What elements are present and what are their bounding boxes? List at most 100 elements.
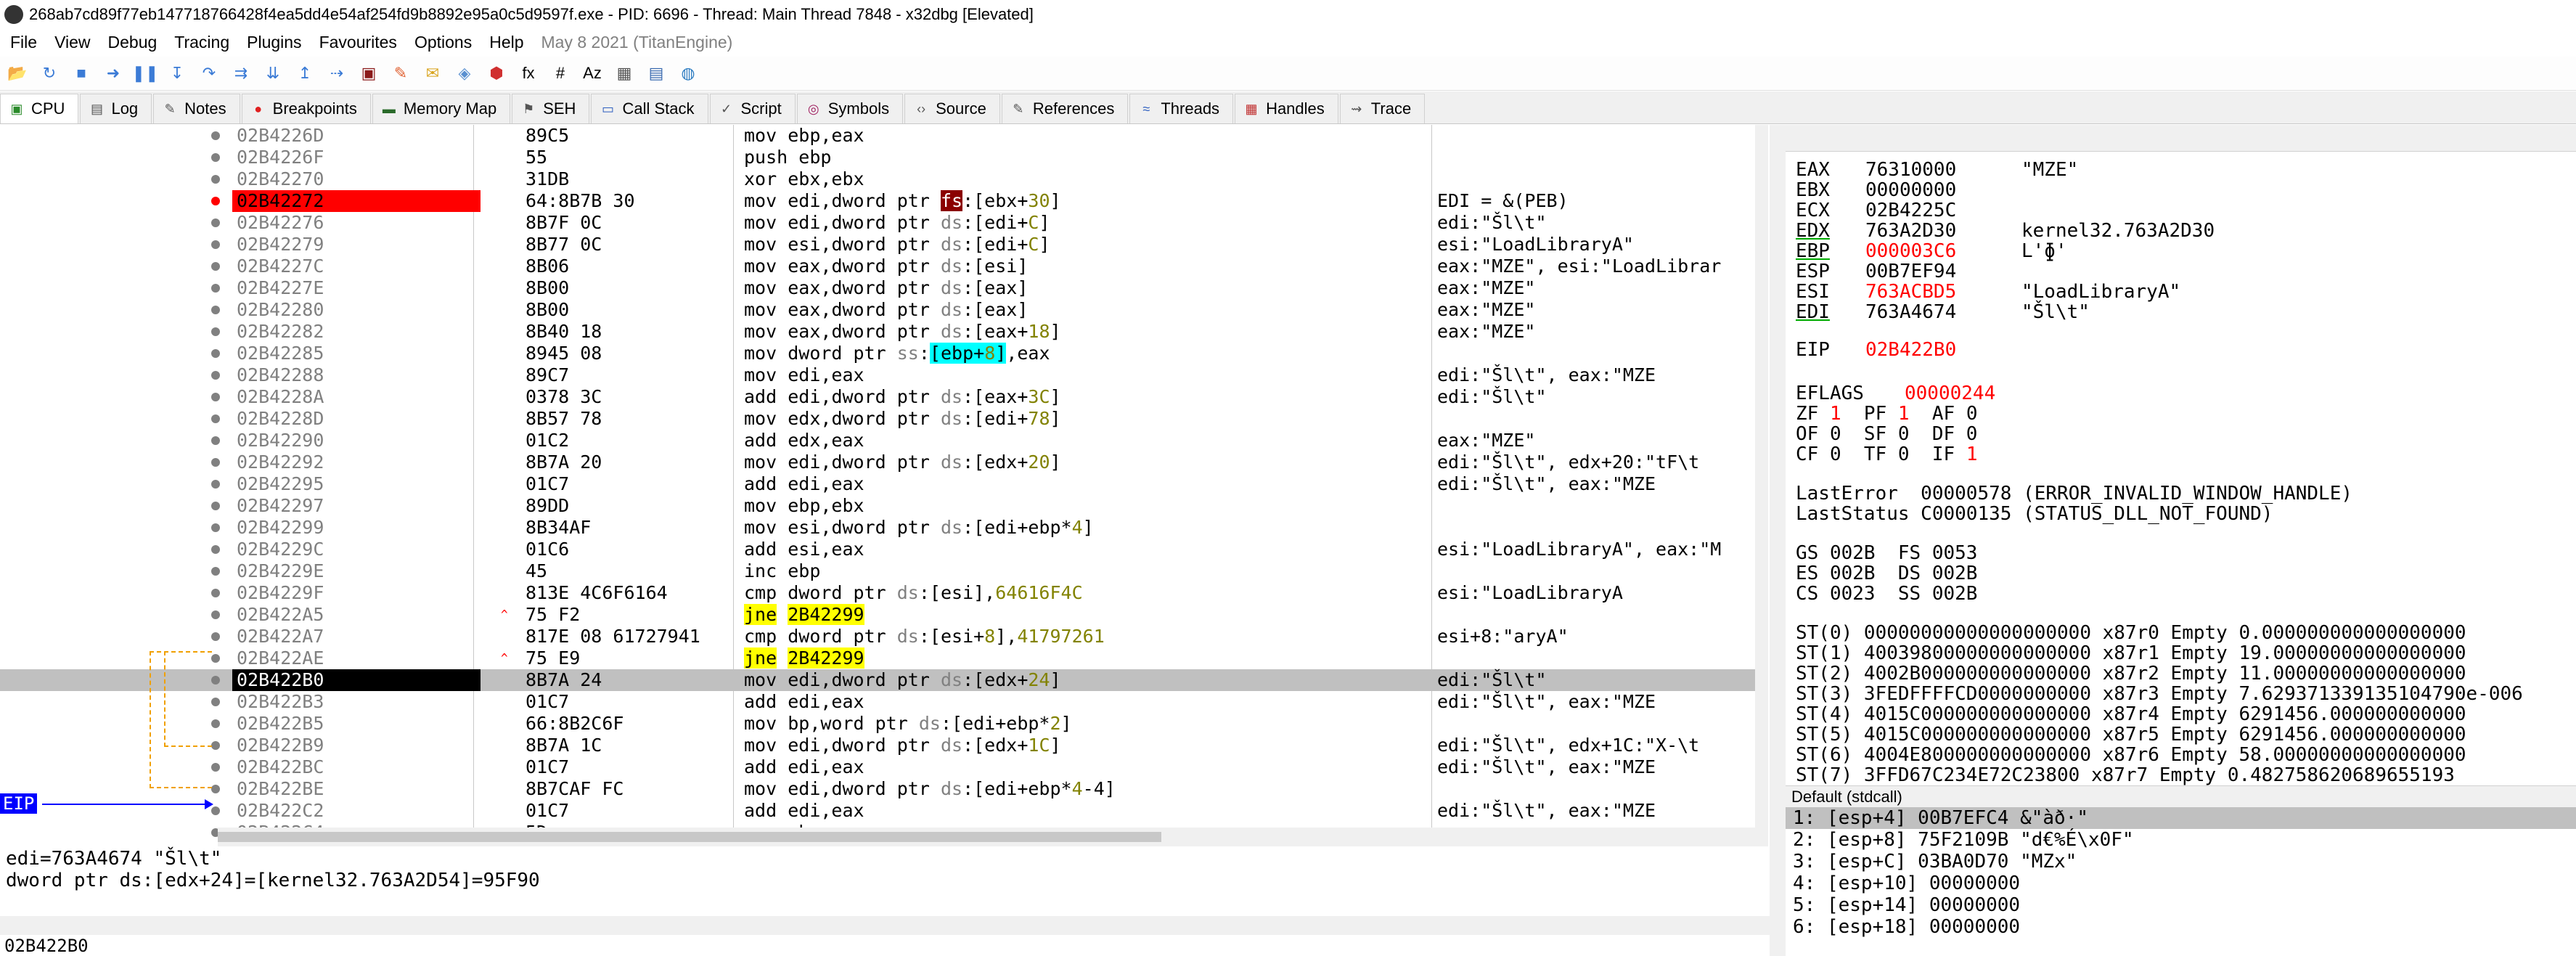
disasm-address[interactable]: 02B422BE [232, 778, 481, 800]
disasm-instruction[interactable]: mov eax,dword ptr ds:[eax] [744, 299, 1028, 321]
register-ebp[interactable]: EBP 000003C6 L'ɸ' [1796, 241, 2067, 261]
disasm-bytes[interactable]: 8B77 0C [526, 234, 602, 256]
menu-file[interactable]: File [10, 33, 37, 52]
disasm-comment[interactable]: eax:"MZE" [1437, 277, 1535, 299]
eip-value[interactable]: 02B422B0 [1865, 340, 2021, 360]
disasm-address[interactable]: 02B42288 [232, 364, 481, 386]
disasm-row[interactable]: 02B42292 8B7A 20 mov edi,dword ptr ds:[edx… [0, 452, 1755, 473]
breakpoint-marker[interactable] [211, 545, 220, 554]
disasm-address[interactable]: 02B4229C [232, 539, 481, 560]
disasm-address[interactable]: 02B42270 [232, 168, 481, 190]
breakpoint-marker[interactable] [211, 175, 220, 184]
disasm-instruction[interactable]: add edx,eax [744, 430, 864, 452]
disasm-instruction[interactable]: mov bp,word ptr ds:[edi+ebp*2] [744, 713, 1072, 735]
stack-arguments-view[interactable]: 1: [esp+4] 00B7EFC4 &"àð·" 2: [esp+8] 75F… [1786, 807, 2576, 956]
disasm-row[interactable]: 02B422BC 01C7 add edi,eax edi:"Šl\t", eax:"… [0, 756, 1755, 778]
disasm-bytes[interactable]: 01C7 [526, 473, 569, 495]
disasm-address[interactable]: 02B422B0 [232, 669, 481, 691]
font-icon[interactable]: Az [581, 62, 603, 84]
breakpoint-marker[interactable] [211, 414, 220, 423]
disasm-address[interactable]: 02B4229E [232, 560, 481, 582]
register-esp[interactable]: ESP 00B7EF94 [1796, 261, 2021, 282]
breakpoint-marker[interactable] [211, 197, 220, 205]
disasm-comment[interactable]: esi:"LoadLibraryA", eax:"M [1437, 539, 1721, 560]
disasm-bytes[interactable]: 75 F2 [526, 604, 580, 626]
disasm-address[interactable]: 02B422B9 [232, 735, 481, 756]
tab-seh[interactable]: ⚑ SEH [512, 94, 590, 123]
disasm-instruction[interactable]: add edi,eax [744, 691, 864, 713]
register-value[interactable]: 000003C6 [1865, 241, 2021, 261]
disasm-address[interactable]: 02B42297 [232, 495, 481, 517]
disasm-address[interactable]: 02B422AE [232, 647, 481, 669]
disasm-address[interactable]: 02B422A5 [232, 604, 481, 626]
disasm-instruction[interactable]: jne 2B42299 [744, 647, 864, 669]
disassembly-vertical-scrollbar[interactable] [1755, 125, 1768, 828]
disasm-instruction[interactable]: mov edi,dword ptr ds:[edx+1C] [744, 735, 1061, 756]
comments-icon[interactable]: ✉ [422, 62, 443, 84]
tab-threads[interactable]: ≈ Threads [1129, 94, 1234, 123]
disasm-row[interactable]: 02B42276 8B7F 0C mov edi,dword ptr ds:[edi… [0, 212, 1755, 234]
disasm-row[interactable]: 02B4228A 0378 3C add edi,dword ptr ds:[eax… [0, 386, 1755, 408]
disasm-bytes[interactable]: 01C6 [526, 539, 569, 560]
disasm-address[interactable]: 02B422A7 [232, 626, 481, 647]
disasm-address[interactable]: 02B4228A [232, 386, 481, 408]
breakpoint-marker[interactable] [211, 654, 220, 663]
disasm-bytes[interactable]: 89C7 [526, 364, 569, 386]
disasm-bytes[interactable]: 8B34AF [526, 517, 591, 539]
disasm-instruction[interactable]: mov ebp,ebx [744, 495, 864, 517]
menu-options[interactable]: Options [414, 33, 472, 52]
disasm-instruction[interactable]: add esi,eax [744, 539, 864, 560]
disasm-instruction[interactable]: xor ebx,ebx [744, 168, 864, 190]
tab-script[interactable]: ✓ Script [709, 94, 796, 123]
breakpoint-marker[interactable] [211, 131, 220, 140]
disasm-address[interactable]: 02B4229F [232, 582, 481, 604]
breakpoint-marker[interactable] [211, 610, 220, 619]
register-edx[interactable]: EDX 763A2D30 kernel32.763A2D30 [1796, 221, 2215, 241]
disasm-bytes[interactable]: 813E 4C6F6164 [526, 582, 668, 604]
disasm-row[interactable]: 02B4226D 89C5 mov ebp,eax [0, 125, 1755, 147]
run-to-user-code-icon[interactable]: ⇢ [326, 62, 348, 84]
disasm-row[interactable]: 02B42297 89DD mov ebp,ebx [0, 495, 1755, 517]
disasm-address[interactable]: 02B4227E [232, 277, 481, 299]
breakpoint-marker[interactable] [211, 262, 220, 271]
disasm-bytes[interactable]: 8945 08 [526, 343, 602, 364]
disasm-row[interactable]: 02B422B3 01C7 add edi,eax edi:"Šl\t", eax:"… [0, 691, 1755, 713]
disasm-comment[interactable]: edi:"Šl\t", eax:"MZE [1437, 756, 1656, 778]
stop-icon[interactable]: ■ [70, 62, 92, 84]
breakpoint-marker[interactable] [211, 719, 220, 728]
disasm-instruction[interactable]: mov edi,dword ptr ds:[edi+ebp*4-4] [744, 778, 1116, 800]
menu-view[interactable]: View [54, 33, 90, 52]
disasm-bytes[interactable]: 8B7A 1C [526, 735, 602, 756]
disasm-row[interactable]: 02B422B5 66:8B2C6F mov bp,word ptr ds:[edi… [0, 713, 1755, 735]
disasm-address[interactable]: 02B422B3 [232, 691, 481, 713]
disasm-bytes[interactable]: 8B00 [526, 277, 569, 299]
disasm-row[interactable]: 02B422A7 817E 08 61727941 cmp dword ptr ds… [0, 626, 1755, 647]
disasm-comment[interactable]: eax:"MZE" [1437, 430, 1535, 452]
register-value[interactable]: 763ACBD5 [1865, 282, 2021, 302]
disasm-instruction[interactable]: add edi,eax [744, 756, 864, 778]
disasm-address[interactable]: 02B4226F [232, 147, 481, 168]
disasm-comment[interactable]: eax:"MZE", esi:"LoadLibrar [1437, 256, 1721, 277]
disassembly-view[interactable]: 02B4226D 89C5 mov ebp,eax 02B4226F 55 push eb… [0, 125, 1768, 846]
register-value[interactable]: 763A4674 [1865, 302, 2021, 322]
disasm-bytes[interactable]: 8B7A 24 [526, 669, 602, 691]
patches-icon[interactable]: ✎ [390, 62, 412, 84]
disasm-instruction[interactable]: mov ebp,eax [744, 125, 864, 147]
disasm-bytes[interactable]: 89C5 [526, 125, 569, 147]
disasm-bytes[interactable]: 64:8B7B 30 [526, 190, 635, 212]
tab-log[interactable]: ▤ Log [80, 94, 152, 123]
disasm-instruction[interactable]: mov edi,dword ptr ds:[edi+C] [744, 212, 1050, 234]
disasm-address[interactable]: 02B42280 [232, 299, 481, 321]
fpu-register[interactable]: ST(3) 3FEDFFFFCD0000000000 x87r3 Empty 7… [1796, 684, 2523, 704]
scrollbar-thumb[interactable] [218, 832, 1161, 842]
disasm-comment[interactable]: edi:"Šl\t", eax:"MZE [1437, 364, 1656, 386]
disasm-instruction[interactable]: mov esi,dword ptr ds:[edi+ebp*4] [744, 517, 1094, 539]
tab-breakpoints[interactable]: ● Breakpoints [241, 94, 371, 123]
disasm-address[interactable]: 02B422B5 [232, 713, 481, 735]
stack-argument-row[interactable]: 2: [esp+8] 75F2109B "d€%É\x0F" [1786, 829, 2576, 851]
registers-view[interactable]: EAX 76310000 "MZE" EBX 00000000 ECX 02B4225C ED… [1786, 125, 2576, 785]
disasm-instruction[interactable]: mov edi,eax [744, 364, 864, 386]
breakpoint-marker[interactable] [211, 371, 220, 380]
disasm-address[interactable]: 02B42272 [232, 190, 481, 212]
disasm-bytes[interactable]: 8B40 18 [526, 321, 602, 343]
